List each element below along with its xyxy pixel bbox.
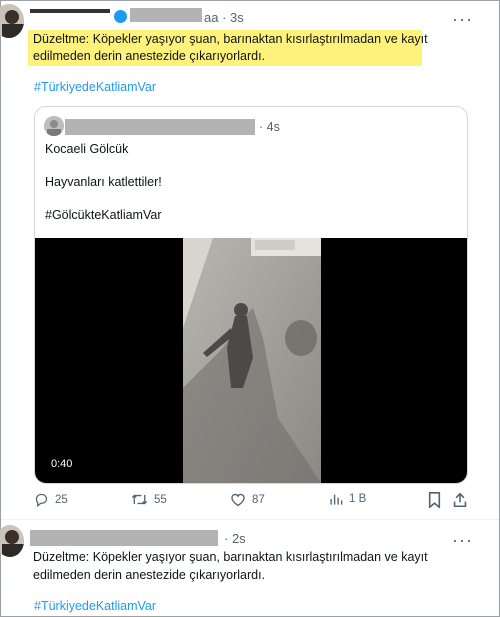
video-frame-image <box>183 238 321 483</box>
tweet2-text-line1: Düzeltme: Köpekler yaşıyor şuan, barınak… <box>33 550 428 564</box>
retweet-action[interactable]: 55 <box>131 492 167 507</box>
like-icon <box>231 493 245 507</box>
video-player[interactable]: 0:40 <box>35 238 467 483</box>
views-action[interactable]: 1 B <box>329 492 366 506</box>
reply-count: 25 <box>55 493 68 506</box>
verified-badge-icon <box>114 10 127 23</box>
quoted-text-line2: Hayvanları katlettiler! <box>45 175 162 189</box>
tweet1-timestamp[interactable]: aa · 3s <box>204 10 244 25</box>
tweet2-author-redacted <box>30 530 218 546</box>
video-duration: 0:40 <box>51 458 73 470</box>
tweet-divider <box>1 519 499 520</box>
quoted-author-redacted <box>65 119 255 135</box>
reply-action[interactable]: 25 <box>34 492 68 507</box>
tweet2-hashtag[interactable]: #TürkiyedeKatliamVar <box>34 599 156 613</box>
more-dots-icon[interactable]: ··· <box>452 531 473 549</box>
quoted-hashtag-text: #GölcükteKatliamVar <box>45 208 162 222</box>
quoted-timestamp[interactable]: · 4s <box>259 120 280 134</box>
bookmark-action[interactable] <box>428 492 441 508</box>
views-count: 1 B <box>349 493 367 505</box>
like-count: 87 <box>252 493 265 506</box>
retweet-count: 55 <box>154 493 167 506</box>
tweet1-text-line1: Düzeltme: Köpekler yaşıyor şuan, barınak… <box>33 32 428 46</box>
like-action[interactable]: 87 <box>230 492 265 507</box>
tweet1-author-redacted <box>30 9 110 13</box>
tweet1-text-line2: edilmeden derin anestezide çıkarıyorlard… <box>33 49 266 63</box>
share-icon <box>453 492 467 507</box>
reply-icon <box>35 493 48 507</box>
retweet-icon <box>131 494 148 505</box>
more-dots-icon[interactable]: ··· <box>452 10 473 28</box>
share-action[interactable] <box>453 492 467 508</box>
tweet1-hashtag[interactable]: #TürkiyedeKatliamVar <box>34 80 156 94</box>
bookmark-icon <box>428 492 441 508</box>
tweet1-handle-redacted <box>130 8 202 22</box>
quoted-text-line1: Kocaeli Gölcük <box>45 142 129 156</box>
views-icon <box>330 494 343 505</box>
quoted-tweet-card[interactable]: · 4s Kocaeli Gölcük Hayvanları katlettil… <box>34 106 468 484</box>
quoted-avatar[interactable] <box>44 116 64 136</box>
tweet2-timestamp[interactable]: · 2s <box>224 531 246 546</box>
tweet2-text-line2: edilmeden derin anestezide çıkarıyorlard… <box>33 568 266 582</box>
